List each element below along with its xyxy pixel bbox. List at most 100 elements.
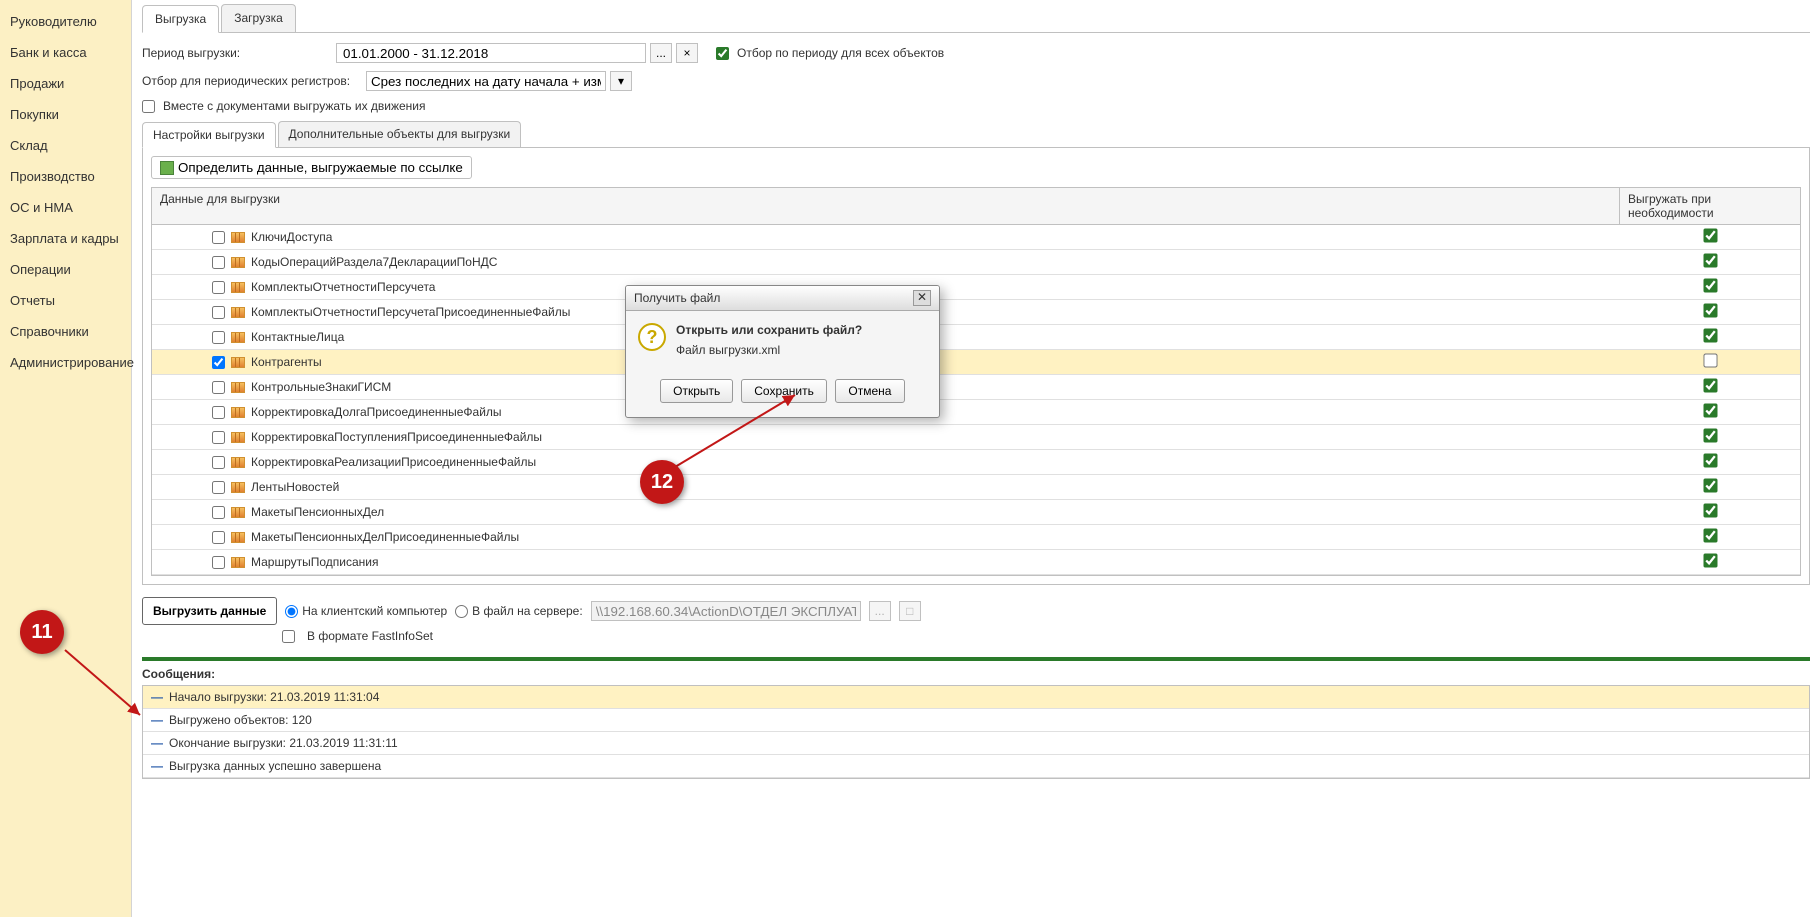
row-label: КлючиДоступа [251,230,332,244]
row-label: КодыОперацийРаздела7ДекларацииПоНДС [251,255,497,269]
sidebar-item-5[interactable]: Производство [6,161,125,192]
need-checkbox[interactable] [1703,228,1717,242]
export-button[interactable]: Выгрузить данные [142,597,277,625]
table-row[interactable]: МаршрутыПодписания [152,550,1800,575]
row-checkbox[interactable] [212,281,225,294]
need-checkbox[interactable] [1703,403,1717,417]
tab-import[interactable]: Загрузка [221,4,296,32]
sidebar-item-4[interactable]: Склад [6,130,125,161]
need-checkbox[interactable] [1703,278,1717,292]
dialog-cancel-button[interactable]: Отмена [835,379,905,403]
sidebar-item-3[interactable]: Покупки [6,99,125,130]
need-checkbox[interactable] [1703,353,1717,367]
message-row: —Окончание выгрузки: 21.03.2019 11:31:11 [143,732,1809,755]
row-checkbox[interactable] [212,431,225,444]
table-row[interactable]: КлючиДоступа [152,225,1800,250]
radio-client[interactable]: На клиентский компьютер [285,604,447,618]
all-objects-checkbox[interactable] [716,47,729,60]
table-row[interactable]: КорректировкаРеализацииПрисоединенныеФай… [152,450,1800,475]
inner-tab-settings[interactable]: Настройки выгрузки [142,122,276,148]
table-row[interactable]: КомплектыОтчетностиПерсучетаПрисоединенн… [152,300,1800,325]
message-row: —Начало выгрузки: 21.03.2019 11:31:04 [143,686,1809,709]
period-picker-button[interactable]: ... [650,43,672,63]
sidebar-item-11[interactable]: Администрирование [6,347,125,378]
sidebar-item-6[interactable]: ОС и НМА [6,192,125,223]
table-row[interactable]: Контрагенты [152,350,1800,375]
row-checkbox[interactable] [212,556,225,569]
catalog-icon [231,332,245,343]
col-data-header[interactable]: Данные для выгрузки [152,188,1620,224]
row-checkbox[interactable] [212,231,225,244]
need-checkbox[interactable] [1703,503,1717,517]
table-row[interactable]: КодыОперацийРаздела7ДекларацииПоНДС [152,250,1800,275]
need-checkbox[interactable] [1703,528,1717,542]
need-checkbox[interactable] [1703,428,1717,442]
row-checkbox[interactable] [212,506,225,519]
sidebar-item-7[interactable]: Зарплата и кадры [6,223,125,254]
catalog-icon [231,407,245,418]
sidebar-item-0[interactable]: Руководителю [6,6,125,37]
top-tabs: Выгрузка Загрузка [142,4,1810,33]
dialog-close-button[interactable]: ✕ [913,290,931,306]
row-checkbox[interactable] [212,331,225,344]
period-input[interactable] [336,43,646,63]
fastinfoset-checkbox[interactable] [282,630,295,643]
dialog-save-button[interactable]: Сохранить [741,379,827,403]
table-row[interactable]: КомплектыОтчетностиПерсучета [152,275,1800,300]
radio-server[interactable]: В файл на сервере: [455,604,583,618]
define-link-button[interactable]: Определить данные, выгружаемые по ссылке [151,156,472,179]
annotation-marker-11: 11 [20,610,64,654]
inner-tab-additional[interactable]: Дополнительные объекты для выгрузки [278,121,522,147]
row-label: МаршрутыПодписания [251,555,379,569]
row-checkbox[interactable] [212,406,225,419]
catalog-icon [231,432,245,443]
row-checkbox[interactable] [212,356,225,369]
sidebar-item-8[interactable]: Операции [6,254,125,285]
period-clear-button[interactable]: × [676,43,698,63]
table-row[interactable]: КонтрольныеЗнакиГИСМ [152,375,1800,400]
row-checkbox[interactable] [212,381,225,394]
row-label: Контрагенты [251,355,322,369]
sidebar-item-10[interactable]: Справочники [6,316,125,347]
row-label: КонтактныеЛица [251,330,344,344]
col-need-header[interactable]: Выгружать при необходимости [1620,188,1800,224]
catalog-icon [231,382,245,393]
table-row[interactable]: КорректировкаДолгаПрисоединенныеФайлы [152,400,1800,425]
need-checkbox[interactable] [1703,453,1717,467]
catalog-icon [231,232,245,243]
row-label: КомплектыОтчетностиПерсучетаПрисоединенн… [251,305,570,319]
table-row[interactable]: КорректировкаПоступленияПрисоединенныеФа… [152,425,1800,450]
dash-icon: — [151,690,163,704]
table-row[interactable]: ЛентыНовостей [152,475,1800,500]
periodic-reg-select[interactable] [366,71,606,91]
row-checkbox[interactable] [212,481,225,494]
sidebar-item-9[interactable]: Отчеты [6,285,125,316]
table-row[interactable]: МакетыПенсионныхДелПрисоединенныеФайлы [152,525,1800,550]
period-label: Период выгрузки: [142,46,332,60]
row-checkbox[interactable] [212,256,225,269]
catalog-icon [231,557,245,568]
row-checkbox[interactable] [212,531,225,544]
row-checkbox[interactable] [212,456,225,469]
messages-title: Сообщения: [142,667,1810,681]
annotation-marker-12: 12 [640,460,684,504]
need-checkbox[interactable] [1703,328,1717,342]
periodic-reg-dropdown[interactable]: ▾ [610,71,632,91]
with-docs-checkbox[interactable] [142,100,155,113]
row-checkbox[interactable] [212,306,225,319]
dash-icon: — [151,759,163,773]
need-checkbox[interactable] [1703,478,1717,492]
need-checkbox[interactable] [1703,303,1717,317]
sidebar-item-2[interactable]: Продажи [6,68,125,99]
table-row[interactable]: МакетыПенсионныхДел [152,500,1800,525]
need-checkbox[interactable] [1703,253,1717,267]
periodic-reg-label: Отбор для периодических регистров: [142,74,362,88]
table-row[interactable]: КонтактныеЛица [152,325,1800,350]
sidebar-item-1[interactable]: Банк и касса [6,37,125,68]
dialog-open-button[interactable]: Открыть [660,379,733,403]
server-path-open: □ [899,601,921,621]
need-checkbox[interactable] [1703,553,1717,567]
tab-export[interactable]: Выгрузка [142,5,219,33]
need-checkbox[interactable] [1703,378,1717,392]
dialog-question: Открыть или сохранить файл? [676,323,862,337]
